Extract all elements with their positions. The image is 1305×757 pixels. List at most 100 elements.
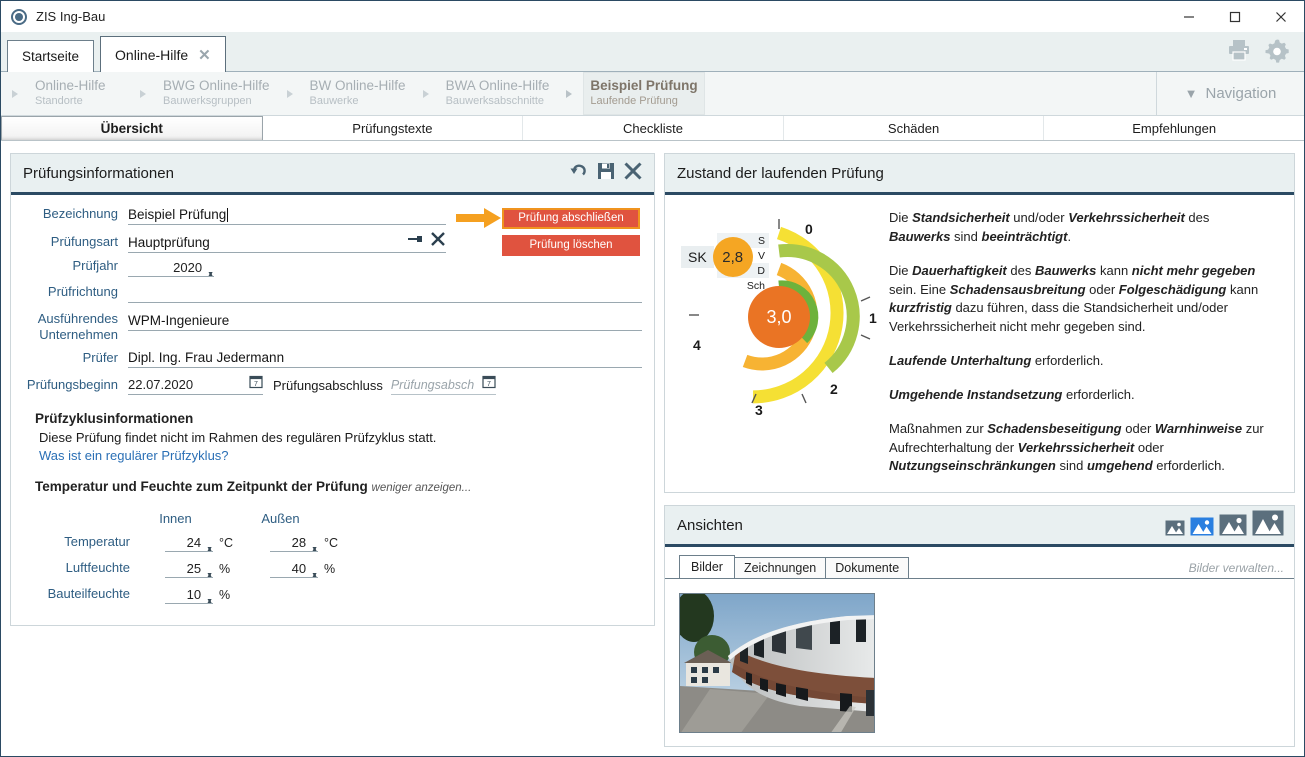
t: des bbox=[1007, 263, 1035, 278]
field-label: Bezeichnung bbox=[23, 207, 128, 225]
breadcrumb-item-bwg-online-hilfe[interactable]: BWG Online-Hilfe Bauwerksgruppen bbox=[157, 72, 276, 115]
breadcrumb-spacer bbox=[705, 72, 1156, 115]
image-size-medium-icon[interactable] bbox=[1219, 514, 1247, 540]
button-label: Prüfung löschen bbox=[529, 239, 612, 251]
tab-strip-actions bbox=[1226, 38, 1290, 64]
t: umgehend bbox=[1087, 458, 1153, 473]
tab-startseite[interactable]: Startseite bbox=[7, 40, 94, 72]
breadcrumb-item-bw-online-hilfe[interactable]: BW Online-Hilfe Bauwerke bbox=[304, 72, 412, 115]
value: 24 bbox=[187, 535, 201, 550]
calendar-icon[interactable]: 7 bbox=[482, 374, 496, 392]
zustand-paragraph-4: Umgehende Instandsetzung erforderlich. bbox=[889, 386, 1274, 405]
window-title: ZIS Ing-Bau bbox=[36, 9, 105, 24]
tab-empfehlungen[interactable]: Empfehlungen bbox=[1044, 116, 1304, 140]
breadcrumb-item-online-hilfe[interactable]: Online-Hilfe Standorte bbox=[29, 72, 129, 115]
luftfeuchte-innen-stepper[interactable]: 25 ▲▼ bbox=[165, 561, 213, 578]
tab-pruefungstexte[interactable]: Prüfungstexte bbox=[263, 116, 524, 140]
field-row-pruefungsdaten: Prüfungsbeginn 22.07.2020 7 bbox=[23, 374, 642, 395]
field-value: WPM-Ingenieure bbox=[128, 313, 229, 328]
close-button[interactable] bbox=[1258, 1, 1304, 32]
bezeichnung-input[interactable]: Beispiel Prüfung bbox=[128, 205, 446, 225]
image-thumbnail[interactable] bbox=[679, 593, 875, 733]
pruefungsart-actions bbox=[408, 231, 446, 250]
temperatur-innen-stepper[interactable]: 24 ▲▼ bbox=[165, 535, 213, 552]
panel-title: Prüfungsinformationen bbox=[23, 165, 174, 182]
ansichten-tabs: Bilder Zeichnungen Dokumente Bilder verw… bbox=[665, 547, 1294, 579]
bilder-verwalten-link[interactable]: Bilder verwalten... bbox=[1189, 561, 1284, 575]
zustand-panel: Zustand der laufenden Prüfung bbox=[664, 153, 1295, 493]
save-icon[interactable] bbox=[596, 161, 616, 185]
image-size-large-icon[interactable] bbox=[1252, 510, 1284, 540]
pruefjahr-input[interactable]: 2020 bbox=[128, 260, 202, 275]
luftfeuchte-row: Luftfeuchte 25 ▲▼ % 40 bbox=[23, 552, 642, 578]
t: sind bbox=[950, 229, 981, 244]
section-tab-label: Empfehlungen bbox=[1132, 121, 1216, 136]
image-size-xsmall-icon[interactable] bbox=[1165, 520, 1185, 540]
field-row-pruefjahr: Prüfjahr 2020 ▲ ▼ bbox=[23, 259, 642, 277]
orange-arrow-right-icon bbox=[456, 207, 502, 229]
breadcrumb-item-beispiel-pruefung[interactable]: Beispiel Prüfung Laufende Prüfung bbox=[583, 72, 704, 115]
breadcrumb-title: BWG Online-Hilfe bbox=[163, 78, 270, 95]
navigation-dropdown[interactable]: ▼ Navigation bbox=[1156, 72, 1304, 115]
breadcrumb-title: Beispiel Prüfung bbox=[590, 78, 697, 95]
temperatur-aussen-stepper[interactable]: 28 ▲▼ bbox=[270, 535, 318, 552]
tab-label: Startseite bbox=[22, 49, 79, 64]
bauteilfeuchte-innen-stepper[interactable]: 10 ▲▼ bbox=[165, 587, 213, 604]
pruefer-input[interactable]: Dipl. Ing. Frau Jedermann bbox=[128, 348, 642, 368]
pruefrichtung-input[interactable] bbox=[128, 283, 642, 303]
breadcrumb-title: BW Online-Hilfe bbox=[310, 78, 406, 95]
unternehmen-input[interactable]: WPM-Ingenieure bbox=[128, 311, 642, 331]
panel-title: Zustand der laufenden Prüfung bbox=[677, 165, 884, 182]
temperatur-toggle-link[interactable]: weniger anzeigen... bbox=[372, 482, 472, 494]
tab-dokumente[interactable]: Dokumente bbox=[825, 557, 909, 578]
pruefung-loeschen-button[interactable]: Prüfung löschen bbox=[502, 235, 640, 256]
printer-icon[interactable] bbox=[1226, 38, 1252, 64]
value: 28 bbox=[292, 535, 306, 550]
t: Die bbox=[889, 263, 912, 278]
button-label: Prüfung abschließen bbox=[518, 212, 623, 224]
pruefungsinformationen-panel: Prüfungsinformationen bbox=[10, 153, 655, 626]
image-size-small-icon[interactable] bbox=[1190, 517, 1214, 540]
close-icon[interactable] bbox=[622, 160, 644, 186]
temperatur-header-row: Innen Außen bbox=[23, 500, 642, 526]
tab-bilder[interactable]: Bilder bbox=[679, 555, 735, 578]
undo-icon[interactable] bbox=[568, 160, 590, 186]
pruefzyklus-link[interactable]: Was ist ein regulärer Prüfzyklus? bbox=[39, 448, 642, 463]
field-value: Beispiel Prüfung bbox=[128, 207, 226, 222]
section-tab-label: Übersicht bbox=[101, 121, 163, 136]
tab-schaeden[interactable]: Schäden bbox=[784, 116, 1045, 140]
tab-uebersicht[interactable]: Übersicht bbox=[1, 116, 263, 140]
svg-text:7: 7 bbox=[487, 381, 491, 388]
pin-icon[interactable] bbox=[408, 232, 425, 249]
tab-zeichnungen[interactable]: Zeichnungen bbox=[734, 557, 826, 578]
breadcrumb-item-bwa-online-hilfe[interactable]: BWA Online-Hilfe Bauwerksabschnitte bbox=[440, 72, 556, 115]
tab-close-icon[interactable]: ✕ bbox=[198, 46, 211, 64]
breadcrumb-subtitle: Laufende Prüfung bbox=[590, 95, 697, 109]
maximize-button[interactable] bbox=[1212, 1, 1258, 32]
t: Schadensausbreitung bbox=[950, 282, 1086, 297]
temperatur-row: Temperatur 24 ▲▼ °C 28 bbox=[23, 526, 642, 552]
zustand-paragraph-2: Die Dauerhaftigkeit des Bauwerks kann ni… bbox=[889, 262, 1274, 337]
tab-checkliste[interactable]: Checkliste bbox=[523, 116, 784, 140]
value: 25 bbox=[187, 561, 201, 576]
pruefzyklus-text: Diese Prüfung findet nicht im Rahmen des… bbox=[39, 430, 642, 445]
gear-icon[interactable] bbox=[1264, 38, 1290, 64]
pruefungsabschluss-input[interactable]: Prüfungsabsch bbox=[391, 378, 482, 392]
panel-header: Zustand der laufenden Prüfung bbox=[665, 154, 1294, 195]
t: sein. Eine bbox=[889, 282, 950, 297]
pruefungsart-input[interactable]: Hauptprüfung bbox=[128, 231, 446, 253]
unit-celsius: °C bbox=[318, 536, 348, 552]
luftfeuchte-aussen-stepper[interactable]: 40 ▲▼ bbox=[270, 561, 318, 578]
calendar-icon[interactable]: 7 bbox=[249, 374, 263, 392]
minimize-button[interactable] bbox=[1166, 1, 1212, 32]
ansichten-panel: Ansichten bbox=[664, 505, 1295, 747]
sk-value: 2,8 bbox=[713, 237, 753, 277]
gauge-tick-label-4: 4 bbox=[693, 337, 701, 353]
field-value: Hauptprüfung bbox=[128, 235, 210, 250]
t: des bbox=[1185, 210, 1210, 225]
pruefungsbeginn-input[interactable]: 22.07.2020 bbox=[128, 377, 249, 392]
pruefung-abschliessen-button[interactable]: Prüfung abschließen bbox=[502, 208, 640, 229]
clear-icon[interactable] bbox=[430, 231, 446, 250]
row-label-luftfeuchte: Luftfeuchte bbox=[23, 560, 138, 578]
tab-online-hilfe[interactable]: Online-Hilfe ✕ bbox=[100, 36, 226, 72]
